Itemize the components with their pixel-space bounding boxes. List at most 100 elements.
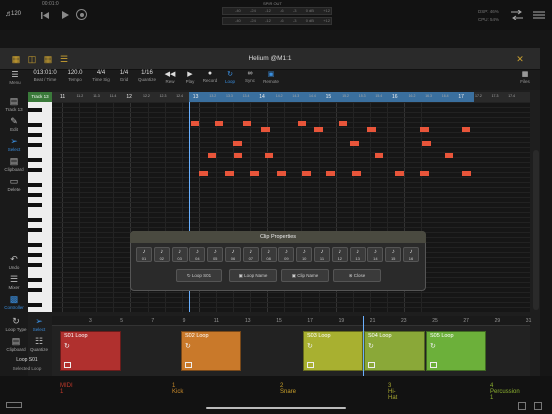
expand-icon[interactable] [534,402,542,410]
quantize-display[interactable]: 1/16 Quantize [136,70,158,82]
slot-button[interactable]: ♪ 03 [171,247,188,262]
track-name[interactable]: 1 Kick [172,383,183,395]
select-button[interactable]: ➢ Select [0,136,28,152]
menu-button[interactable]: ☰ Menu [4,70,26,85]
piano-black-key[interactable] [28,202,42,207]
piano-black-key[interactable] [28,122,42,127]
close-button[interactable]: ⊗ Close [333,269,381,282]
piano-black-key[interactable] [28,142,42,147]
remote-button[interactable]: ▣ Remote [260,70,282,84]
midi-note[interactable] [243,121,251,126]
slot-button[interactable]: ♪ 16 [403,247,419,262]
loop-clip[interactable]: S01 Loop ↻ [60,331,121,371]
piano-black-key[interactable] [28,157,42,162]
loop-button-dialog[interactable]: ↻ Loop S01 [176,269,222,282]
slot-button[interactable]: ♪ 06 [225,247,241,262]
lower-select-button[interactable]: ➢ Select [25,316,53,332]
list-icon[interactable]: ☰ [58,53,70,65]
slot-button[interactable]: ♪ 10 [296,247,313,262]
loop-name-button[interactable]: ▣ Loop Name [229,269,277,282]
midi-note[interactable] [339,121,347,126]
undo-button[interactable]: ↶ Undo [0,254,28,270]
midi-note[interactable] [208,153,216,158]
midi-note[interactable] [215,121,223,126]
midi-note[interactable] [314,127,323,132]
loop-clip[interactable]: S05 Loop ↻ [426,331,486,371]
pattern-icon[interactable]: ◫ [26,53,38,65]
midi-note[interactable] [250,171,259,176]
piano-black-key[interactable] [28,262,42,267]
midi-note[interactable] [445,153,453,158]
slot-button[interactable]: ♪ 11 [314,247,330,262]
loop-clip[interactable]: S02 Loop ↻ [181,331,241,371]
vertical-scrollbar[interactable] [533,150,539,310]
piano-black-key[interactable] [28,182,42,187]
delete-button[interactable]: ▭ Delete [0,176,28,192]
slot-button[interactable]: ♪ 09 [278,247,295,262]
loop-clip[interactable]: S04 Loop ↻ [364,331,425,371]
arrangement-playhead[interactable] [363,316,364,376]
mixer-button[interactable]: ☰ Mixer [0,274,28,290]
slot-button[interactable]: ♪ 12 [331,247,348,262]
track-button[interactable]: ▤ Track 13 [0,96,28,112]
piano-black-key[interactable] [28,242,42,247]
midi-note[interactable] [420,127,429,132]
keyboard-icon[interactable] [6,402,22,408]
piano-black-key[interactable] [28,167,42,172]
loop-button[interactable]: ↻ Loop [222,70,238,84]
piano-black-key[interactable] [28,277,42,282]
slot-button[interactable]: ♪ 08 [260,247,277,262]
drum-grid-icon[interactable]: ▦ [42,53,54,65]
slot-button[interactable]: ♪ 15 [385,247,402,262]
slot-button[interactable]: ♪ 13 [349,247,366,262]
files-button[interactable]: ▦ Files [516,70,534,84]
midi-note[interactable] [395,171,404,176]
midi-note[interactable] [261,127,270,132]
piano-black-key[interactable] [28,192,42,197]
track-name[interactable]: MIDI 1 [60,383,73,395]
grid-display[interactable]: 1/4 Grid [116,70,132,82]
piano-black-key[interactable] [28,302,42,307]
piano-black-key[interactable] [28,227,42,232]
midi-note[interactable] [199,171,208,176]
sync-button[interactable]: ∞ Sync [242,70,258,83]
midi-note[interactable] [420,171,429,176]
rewind-button[interactable]: ◀◀ Rew [162,70,178,84]
grid-toggle-icon[interactable] [518,402,526,410]
lower-quantize-button[interactable]: ☷ Quantize [25,336,53,352]
piano-black-key[interactable] [28,252,42,257]
midi-note[interactable] [375,153,383,158]
controller-button[interactable]: ▩ Controller [0,294,28,310]
clipboard-button[interactable]: ▤ Clipboard [0,156,28,172]
slot-button[interactable]: ♪ 05 [207,247,224,262]
slot-button[interactable]: ♪ 04 [189,247,206,262]
midi-note[interactable] [191,121,199,126]
midi-note[interactable] [352,171,361,176]
midi-note[interactable] [233,141,242,146]
piano-roll-icon[interactable]: ▦ [10,53,22,65]
track-name[interactable]: 4 Percussion 1 [490,383,520,401]
settings-sliders-icon[interactable] [532,8,546,22]
piano-black-key[interactable] [28,107,42,112]
slot-button[interactable]: ♪ 07 [242,247,259,262]
clip-name-button[interactable]: ▣ Clip Name [281,269,329,282]
piano-black-key[interactable] [28,287,42,292]
midi-note[interactable] [326,171,335,176]
midi-note[interactable] [234,153,242,158]
record-icon[interactable] [76,9,87,20]
close-icon[interactable]: ✕ [514,53,526,65]
midi-note[interactable] [422,141,431,146]
midi-note[interactable] [462,127,470,132]
play-button[interactable]: ▶ Play [182,70,198,84]
midi-note[interactable] [350,141,359,146]
tempo-display[interactable]: 120.0 Tempo [64,70,86,82]
track-name[interactable]: 3 Hi-Hat [388,383,397,401]
routing-icon[interactable] [510,8,524,22]
midi-note[interactable] [277,171,286,176]
midi-note[interactable] [367,127,376,132]
slot-button[interactable]: ♪ 14 [367,247,384,262]
midi-note[interactable] [462,171,471,176]
record-button[interactable]: ● Record [200,70,220,83]
midi-note[interactable] [302,171,311,176]
midi-note[interactable] [298,121,306,126]
